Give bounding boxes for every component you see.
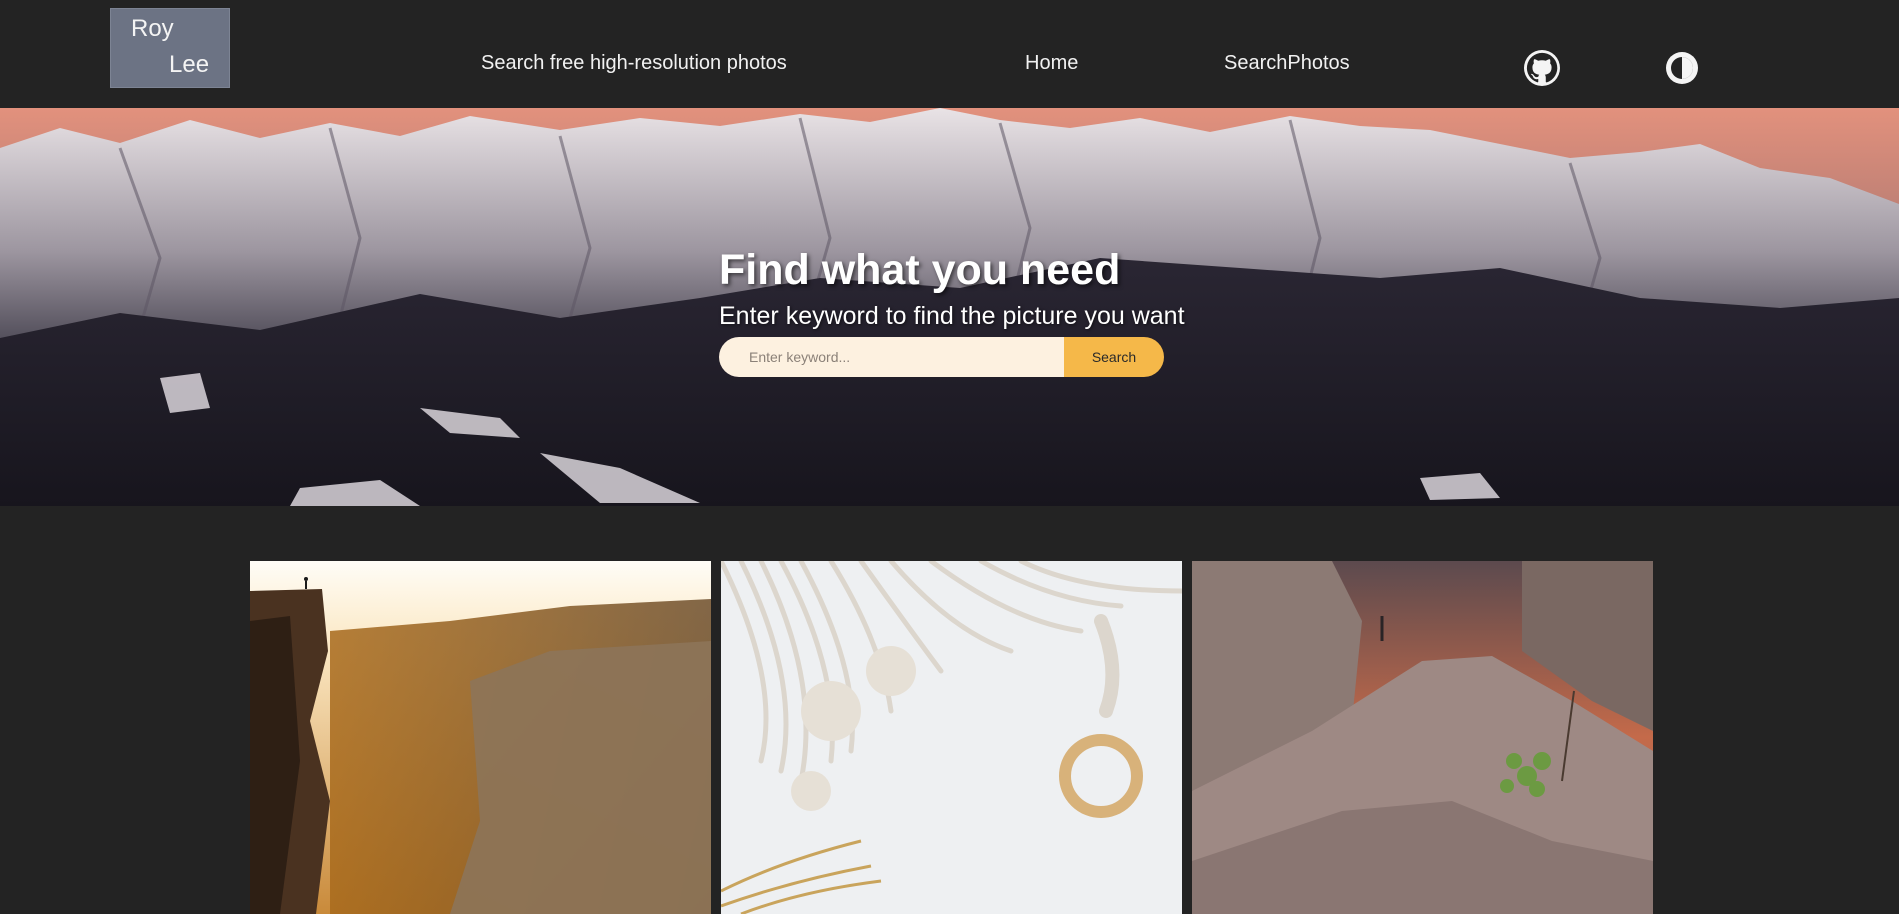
gallery-photo-boulders[interactable] xyxy=(1192,561,1653,914)
search-button[interactable]: Search xyxy=(1064,337,1164,377)
nav-link-home[interactable]: Home xyxy=(1025,52,1078,75)
nav-link-search-photos[interactable]: SearchPhotos xyxy=(1224,52,1350,75)
search-input[interactable] xyxy=(719,337,1064,377)
site-tagline: Search free high-resolution photos xyxy=(481,52,787,74)
hero-title: Find what you need xyxy=(719,246,1121,294)
photo-gallery xyxy=(250,561,1654,914)
logo-line-2: Lee xyxy=(169,51,210,78)
github-icon[interactable] xyxy=(1524,50,1560,86)
search-form: Search xyxy=(719,337,1164,377)
hero-subtitle: Enter keyword to find the picture you wa… xyxy=(719,302,1185,330)
gallery-photo-cliff[interactable] xyxy=(250,561,711,914)
hero-banner: Find what you need Enter keyword to find… xyxy=(0,108,1899,506)
top-navbar: Roy Lee Search free high-resolution phot… xyxy=(0,0,1899,108)
logo[interactable]: Roy Lee xyxy=(110,8,230,88)
logo-line-1: Roy xyxy=(131,15,174,42)
theme-toggle-icon[interactable] xyxy=(1664,50,1700,86)
gallery-photo-macrame[interactable] xyxy=(721,561,1182,914)
